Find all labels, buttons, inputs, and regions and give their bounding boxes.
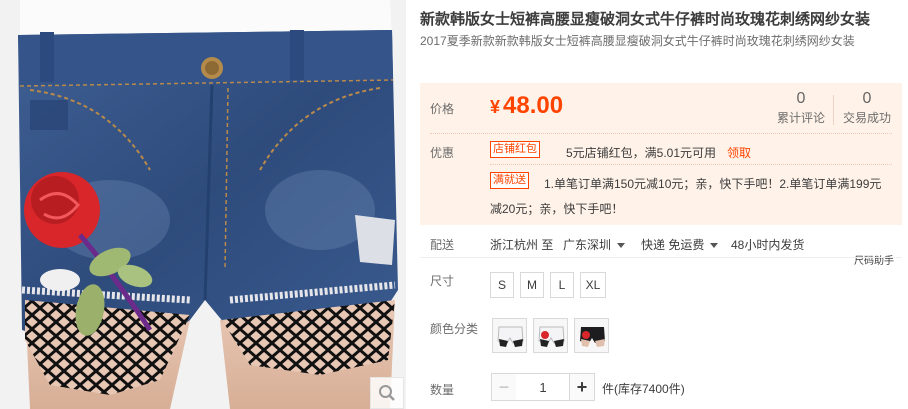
color-option-1[interactable] — [492, 318, 527, 353]
reviews-label: 累计评论 — [776, 111, 825, 125]
ship-from: 浙江杭州 至 — [490, 238, 554, 252]
ship-destination: 广东深圳 — [563, 238, 612, 252]
size-option-l[interactable]: L — [550, 272, 574, 298]
ship-method-select[interactable]: 快递 免运费 — [641, 236, 719, 253]
white-shorts-thumb — [493, 319, 526, 352]
magnifier-icon — [379, 385, 395, 401]
coupon-text: 5元店铺红包，满5.01元可用 — [566, 146, 717, 160]
color-option-2[interactable] — [533, 318, 568, 353]
full-gift-badge: 满就送 — [490, 172, 529, 189]
size-label: 尺寸 — [430, 274, 455, 288]
sold-count: 0 — [862, 90, 872, 107]
stock-text: 件(库存7400件) — [602, 382, 685, 396]
dispatch-time: 48小时内发货 — [731, 238, 805, 252]
quantity-input[interactable] — [516, 373, 570, 401]
product-main-image[interactable] — [0, 0, 406, 409]
chevron-down-icon — [710, 243, 719, 249]
reviews-count: 0 — [796, 90, 806, 107]
divider — [420, 257, 902, 258]
black-shorts-thumb — [575, 319, 608, 352]
ship-destination-select[interactable]: 广东深圳 — [563, 236, 626, 253]
size-option-xl[interactable]: XL — [580, 272, 606, 298]
price-amount: 48.00 — [503, 92, 564, 119]
price-panel: 价格 ¥48.00 0 累计评论 0 交易成功 优惠 店铺红包 5元店铺红包，满… — [420, 83, 902, 225]
ship-method: 快递 免运费 — [641, 238, 705, 252]
product-detail-page: 新款韩版女士短裤高腰显瘦破洞女式牛仔裤时尚玫瑰花刺绣网纱女装 2017夏季新款新… — [0, 0, 908, 409]
zoom-button[interactable] — [370, 377, 404, 409]
divider — [430, 133, 892, 134]
price-label: 价格 — [430, 102, 455, 116]
product-subtitle: 2017夏季新款新款韩版女士短裤高腰显瘦破洞女式牛仔裤时尚玫瑰花刺绣网纱女装 — [420, 34, 855, 48]
color-label: 颜色分类 — [430, 322, 479, 336]
stat-divider — [833, 95, 834, 125]
promo-text-line2: 减20元；亲，快下手吧！ — [490, 202, 624, 216]
claim-coupon-link[interactable]: 领取 — [727, 144, 751, 161]
color-option-3[interactable] — [574, 318, 609, 353]
sold-label: 交易成功 — [842, 111, 891, 125]
chevron-down-icon — [617, 243, 626, 249]
shop-coupon-badge: 店铺红包 — [490, 141, 540, 158]
product-title: 新款韩版女士短裤高腰显瘦破洞女式牛仔裤时尚玫瑰花刺绣网纱女装 — [420, 11, 871, 28]
size-option-s[interactable]: S — [490, 272, 514, 298]
divider — [490, 164, 892, 165]
denim-shorts-photo — [0, 0, 406, 409]
product-info-panel: 新款韩版女士短裤高腰显瘦破洞女式牛仔裤时尚玫瑰花刺绣网纱女装 2017夏季新款新… — [420, 0, 906, 409]
promo-label: 优惠 — [430, 146, 455, 160]
price-value: ¥48.00 — [490, 89, 563, 124]
quantity-label: 数量 — [430, 383, 455, 397]
quantity-increase-button[interactable]: + — [569, 373, 595, 401]
quantity-decrease-button[interactable]: − — [491, 373, 517, 401]
size-helper-link[interactable]: 尺码助手 — [854, 252, 894, 267]
promo-text-line1: 1.单笔订单满150元减10元；亲，快下手吧！2.单笔订单满199元 — [544, 177, 882, 191]
sold-stat: 0 交易成功 — [836, 89, 898, 126]
size-option-m[interactable]: M — [520, 272, 544, 298]
reviews-stat[interactable]: 0 累计评论 — [770, 89, 832, 126]
currency-symbol: ¥ — [490, 97, 501, 117]
shipping-label: 配送 — [430, 238, 455, 252]
rose-shorts-thumb — [534, 319, 567, 352]
